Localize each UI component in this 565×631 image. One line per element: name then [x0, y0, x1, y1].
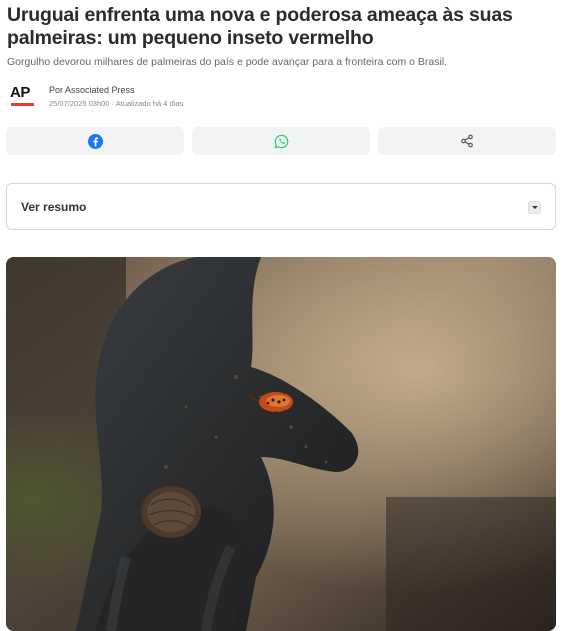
ap-logo-text: AP	[10, 84, 30, 101]
generic-share-button[interactable]	[378, 127, 556, 155]
facebook-icon	[87, 133, 103, 149]
ap-logo-bar	[11, 103, 34, 106]
share-bar	[6, 127, 556, 155]
chevron-down-icon[interactable]	[528, 201, 541, 214]
whatsapp-icon	[274, 134, 288, 148]
facebook-share-button[interactable]	[6, 127, 184, 155]
byline: AP Por Associated Press 25/07/2025 03h00…	[7, 84, 407, 110]
share-icon	[461, 134, 473, 148]
whatsapp-share-button[interactable]	[192, 127, 370, 155]
article-photo	[6, 257, 556, 631]
publish-date: 25/07/2025 03h00 · Atualizado há 4 dias	[49, 99, 184, 108]
ap-logo[interactable]: AP	[10, 84, 38, 108]
author-name[interactable]: Por Associated Press	[49, 85, 135, 95]
summary-label: Ver resumo	[21, 200, 87, 214]
summary-accordion[interactable]: Ver resumo	[6, 183, 556, 230]
article-headline: Uruguai enfrenta uma nova e poderosa ame…	[7, 4, 513, 49]
article-subtitle: Gorgulho devorou milhares de palmeiras d…	[7, 56, 448, 68]
photo-glove-weevil-image	[6, 257, 556, 631]
